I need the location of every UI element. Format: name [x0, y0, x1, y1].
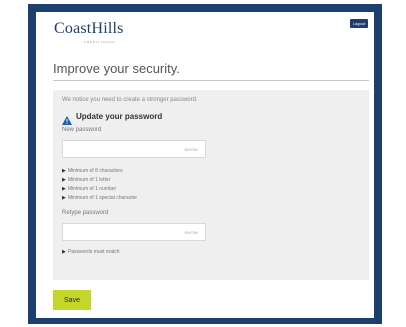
retype-password-label: Retype password — [62, 210, 109, 216]
bullet-arrow-icon: ▶ — [62, 195, 66, 201]
retype-password-input[interactable]: SHOW — [62, 223, 206, 241]
requirement-text: Minimum of 8 characters — [67, 168, 123, 174]
requirement-item: ▶ Minimum of 1 special character — [62, 195, 137, 201]
save-button[interactable]: Save — [53, 290, 91, 310]
bullet-arrow-icon: ▶ — [62, 249, 66, 255]
title-divider — [53, 80, 369, 81]
bullet-arrow-icon: ▶ — [62, 186, 66, 192]
requirement-text: Minimum of 1 special character — [67, 195, 138, 201]
new-password-label: New password — [62, 127, 102, 133]
password-panel: We notice you need to create a stronger … — [53, 90, 369, 280]
requirement-item: ▶ Minimum of 1 letter — [62, 177, 110, 183]
show-new-password-toggle[interactable]: SHOW — [184, 147, 198, 152]
requirement-text: Passwords must match — [67, 249, 120, 255]
brand-logo-subtext: CREDIT UNION — [84, 40, 116, 44]
new-password-input[interactable]: SHOW — [62, 140, 206, 158]
requirement-item: ▶ Passwords must match — [62, 249, 120, 255]
show-retype-password-toggle[interactable]: SHOW — [184, 230, 198, 235]
brand-logo: CoastHills — [54, 20, 124, 37]
password-notice: We notice you need to create a stronger … — [62, 97, 198, 103]
bullet-arrow-icon: ▶ — [62, 168, 66, 174]
logout-button[interactable]: Logout — [349, 19, 368, 28]
requirement-text: Minimum of 1 number — [67, 186, 117, 192]
page-title: Improve your security. — [53, 61, 180, 76]
requirement-text: Minimum of 1 letter — [67, 177, 111, 183]
update-password-heading: Update your password — [76, 112, 163, 121]
requirement-item: ▶ Minimum of 8 characters — [62, 168, 123, 174]
bullet-arrow-icon: ▶ — [62, 177, 66, 183]
requirement-item: ▶ Minimum of 1 number — [62, 186, 116, 192]
security-card: CoastHills CREDIT UNION Logout Improve y… — [36, 12, 374, 318]
